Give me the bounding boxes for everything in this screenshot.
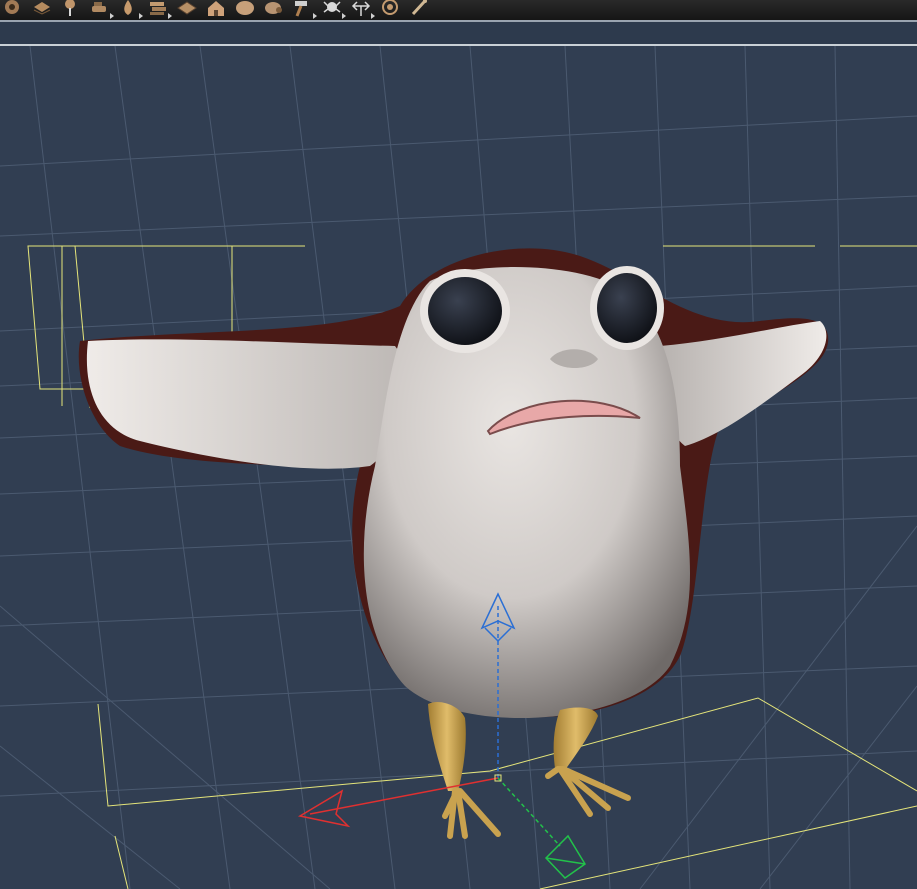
grid-plane-icon (177, 1, 197, 15)
pin-icon (65, 0, 75, 16)
menu-arrow-icon[interactable] (313, 13, 317, 19)
figure-right-leg (553, 707, 598, 770)
blob-icon (236, 1, 254, 15)
target-icon (382, 0, 398, 15)
figure-left-foot (442, 788, 501, 839)
hammer-icon (295, 1, 307, 17)
viewport-3d[interactable] (0, 46, 917, 889)
menu-arrow-icon[interactable] (371, 13, 375, 19)
drop-icon (124, 0, 132, 15)
toolbar (0, 0, 917, 20)
gizmo-z-axis (497, 777, 561, 847)
node-weight-map-tool-button[interactable] (29, 0, 54, 18)
bone-tool-button[interactable] (406, 0, 431, 18)
stack-icon (150, 2, 166, 15)
layers-icon (33, 2, 51, 15)
viewport-header-bar (0, 22, 917, 44)
menu-arrow-icon[interactable] (168, 13, 172, 19)
figure-right-foot (545, 766, 631, 817)
spider-icon (323, 1, 341, 13)
surface-selection-tool-button[interactable] (87, 0, 114, 19)
figure-left-leg (428, 701, 466, 791)
figure-model[interactable] (78, 248, 829, 839)
brush-icon (92, 2, 106, 12)
menu-arrow-icon[interactable] (139, 13, 143, 19)
spot-render-tool-button[interactable] (319, 0, 346, 19)
menu-arrow-icon[interactable] (110, 13, 114, 19)
shape-tool-button[interactable] (232, 0, 257, 18)
transform-tool-button[interactable] (290, 0, 317, 19)
align-tool-button[interactable] (348, 0, 375, 19)
joint-editor-tool-button[interactable] (261, 0, 286, 18)
geometry-editor-tool-button[interactable] (116, 0, 143, 19)
arrows-icon (351, 1, 371, 16)
menu-arrow-icon[interactable] (342, 13, 346, 19)
scene-navigator-tool-button[interactable] (174, 0, 199, 18)
house-icon (208, 1, 224, 16)
universal-tool-button[interactable] (0, 0, 25, 18)
joint-icon (265, 2, 282, 14)
gizmo-z-handle[interactable] (544, 834, 587, 879)
figure-right-pupil (597, 273, 657, 343)
figure-left-pupil (428, 277, 502, 345)
gear-icon (5, 0, 19, 14)
bone-icon (411, 0, 427, 16)
gizmo-x-axis (309, 777, 499, 815)
geometry-sculptor-tool-button[interactable] (145, 0, 172, 19)
environment-tool-button[interactable] (203, 0, 228, 18)
pose-tool-button[interactable] (58, 0, 83, 18)
target-tool-button[interactable] (377, 0, 402, 18)
